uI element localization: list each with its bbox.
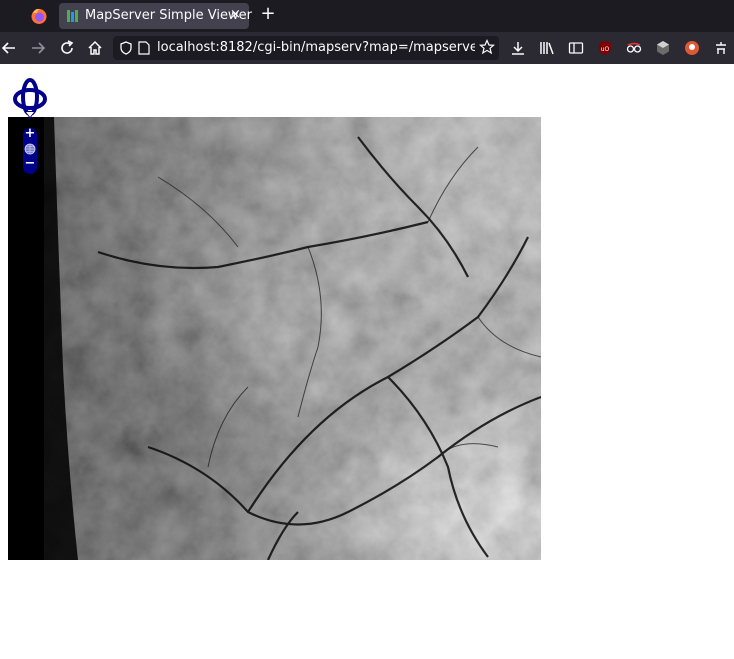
page-info-icon[interactable] (138, 41, 150, 55)
new-tab-button[interactable]: + (258, 3, 278, 24)
tab-strip: MapServer Simple Viewer × + (0, 0, 734, 32)
forward-arrow-icon[interactable] (29, 39, 47, 57)
extension-glasses-icon[interactable] (626, 40, 642, 56)
bookmark-star-icon[interactable] (479, 39, 495, 55)
tab-title: MapServer Simple Viewer (85, 8, 252, 23)
globe-icon[interactable] (24, 143, 36, 155)
firefox-icon[interactable] (30, 7, 48, 25)
zoom-in-button[interactable]: + (24, 126, 36, 141)
extensions-overflow-icon[interactable] (713, 40, 729, 56)
duckduckgo-icon[interactable] (684, 40, 700, 56)
url-text[interactable]: localhost:8182/cgi-bin/mapserv?map=/maps… (157, 40, 475, 55)
extension-cube-icon[interactable] (655, 40, 671, 56)
reload-icon[interactable] (58, 39, 76, 57)
zoom-out-button[interactable]: − (24, 156, 36, 171)
svg-text:uO: uO (601, 46, 610, 53)
tab-mapserver-viewer[interactable]: MapServer Simple Viewer (59, 3, 252, 29)
address-bar[interactable]: localhost:8182/cgi-bin/mapserv?map=/maps… (113, 36, 499, 60)
mapserver-favicon-icon (67, 10, 78, 22)
map-image[interactable] (8, 117, 541, 560)
tracking-shield-icon[interactable] (119, 41, 133, 55)
navigation-toolbar: localhost:8182/cgi-bin/mapserv?map=/maps… (0, 32, 734, 64)
ublock-icon[interactable]: uO (597, 40, 613, 56)
zoom-bar: + − (21, 126, 39, 174)
tab-close-icon[interactable]: × (230, 7, 241, 22)
pan-arrows-icon[interactable] (12, 77, 48, 121)
back-arrow-icon[interactable] (0, 39, 18, 57)
downloads-icon[interactable] (510, 40, 526, 56)
library-icon[interactable] (539, 40, 555, 56)
home-icon[interactable] (86, 39, 104, 57)
sidebar-icon[interactable] (568, 40, 584, 56)
